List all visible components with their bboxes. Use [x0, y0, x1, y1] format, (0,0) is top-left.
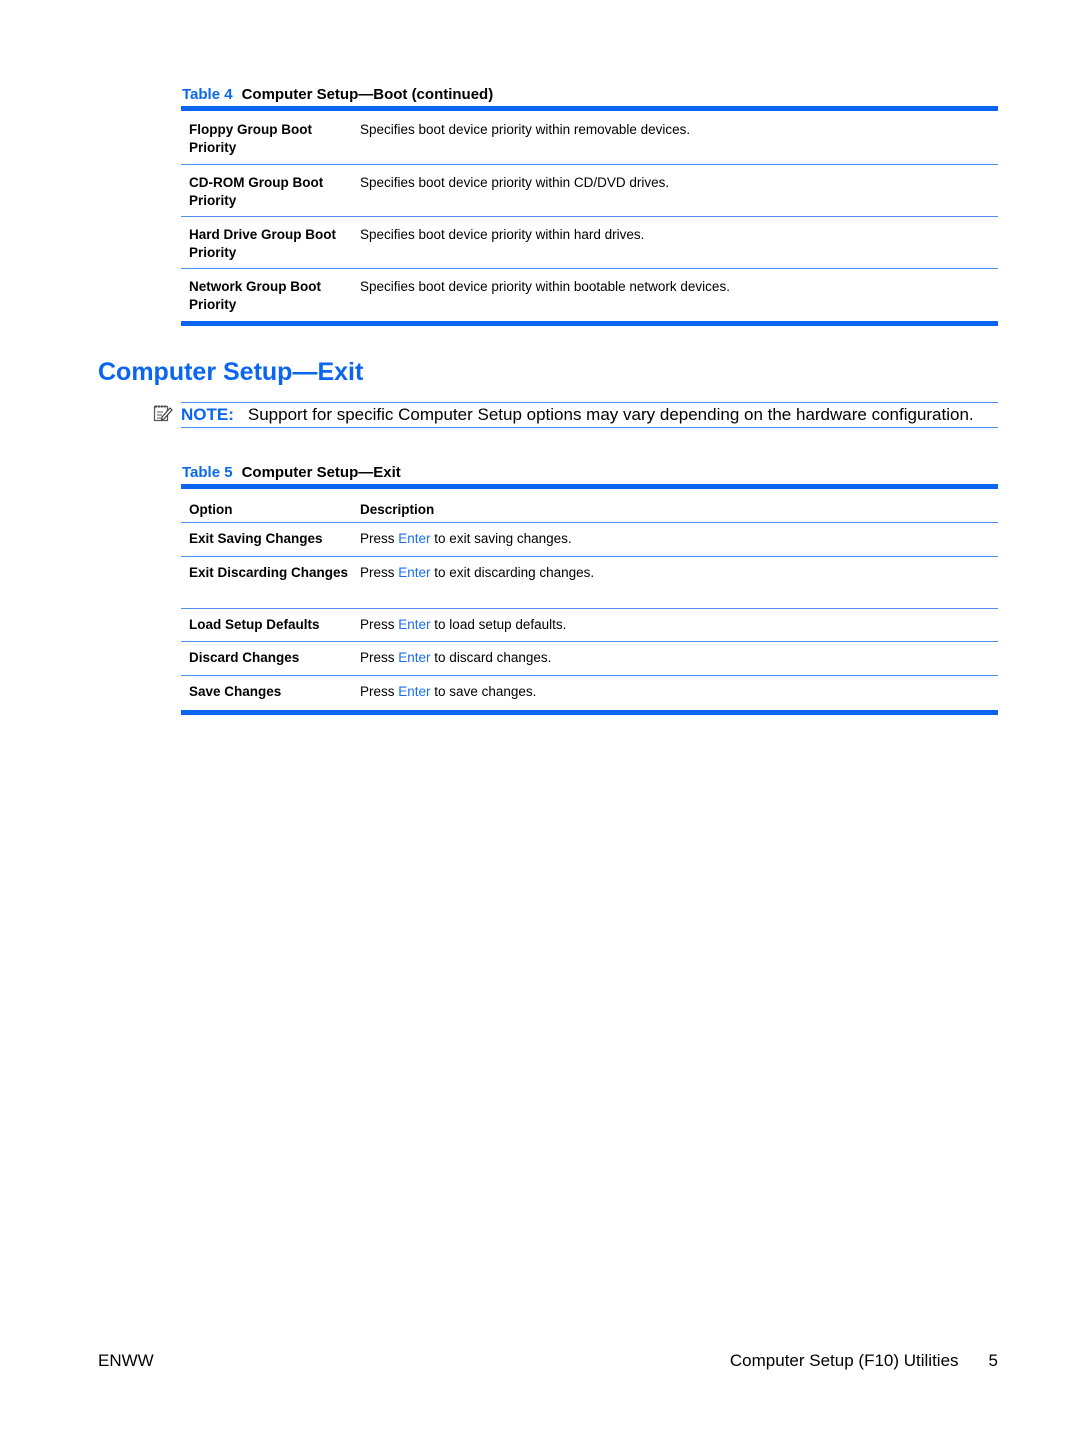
enter-key: Enter — [398, 684, 431, 699]
table-row: Discard Changes Press Enter to discard c… — [181, 642, 998, 676]
desc-text: to save changes. — [430, 684, 537, 699]
option-cell: Hard Drive Group Boot Priority — [189, 227, 337, 260]
desc-text: Press — [360, 684, 399, 699]
enter-key: Enter — [398, 617, 431, 632]
enter-key: Enter — [398, 650, 431, 665]
option-cell: Save Changes — [189, 684, 282, 699]
option-cell: CD-ROM Group Boot Priority — [189, 175, 324, 208]
note-label: NOTE: — [181, 405, 234, 424]
table4-title: Computer Setup—Boot (continued) — [241, 86, 494, 103]
footer-title: Computer Setup (F10) Utilities — [729, 1351, 959, 1370]
note-box: NOTE: Support for specific Computer Setup… — [181, 402, 998, 428]
option-cell: Load Setup Defaults — [189, 617, 320, 632]
enter-key: Enter — [398, 565, 431, 580]
header-description: Description — [360, 502, 435, 517]
option-cell: Discard Changes — [189, 650, 300, 665]
table5: Option Description Exit Saving Changes P… — [181, 484, 998, 715]
description-cell: Press Enter to load setup defaults. — [352, 616, 998, 641]
desc-text: Press — [360, 617, 399, 632]
table-row: Hard Drive Group Boot Priority Specifies… — [181, 217, 998, 269]
desc-text: to load setup defaults. — [430, 617, 567, 632]
footer-right: Computer Setup (F10) Utilities 5 — [730, 1351, 998, 1371]
description-cell: Specifies boot device priority within CD… — [360, 175, 670, 190]
enter-key: Enter — [398, 531, 431, 546]
table4-number: Table 4 — [182, 86, 233, 103]
option-cell: Network Group Boot Priority — [189, 279, 321, 312]
table-row: Network Group Boot Priority Specifies bo… — [181, 269, 998, 321]
desc-text: to exit saving changes. — [430, 531, 572, 546]
table-row: CD-ROM Group Boot Priority Specifies boo… — [181, 165, 998, 217]
desc-text: Press — [360, 565, 399, 580]
note-pencil-icon — [153, 404, 173, 422]
note-text: Support for specific Computer Setup opti… — [247, 405, 974, 424]
table5-caption: Table 5 Computer Setup—Exit — [182, 464, 401, 481]
description-cell: Press Enter to save changes. — [352, 683, 998, 710]
table-bottom-rule — [181, 710, 998, 715]
table-header-row: Option Description — [181, 489, 998, 523]
description-cell: Press Enter to discard changes. — [352, 649, 998, 675]
table-row: Exit Saving Changes Press Enter to exit … — [181, 523, 998, 557]
table-row: Floppy Group Boot Priority Specifies boo… — [181, 111, 998, 165]
option-cell: Exit Discarding Changes — [189, 565, 349, 580]
desc-text: to exit discarding changes. — [430, 565, 595, 580]
table4: Floppy Group Boot Priority Specifies boo… — [181, 106, 998, 326]
table-bottom-rule — [181, 321, 998, 326]
table-row: Exit Discarding Changes Press Enter to e… — [181, 557, 998, 609]
section-title: Computer Setup—Exit — [98, 358, 364, 386]
table-row: Load Setup Defaults Press Enter to load … — [181, 609, 998, 642]
table5-title: Computer Setup—Exit — [241, 464, 401, 481]
footer-locale: ENWW — [98, 1351, 154, 1370]
table4-caption: Table 4 Computer Setup—Boot (continued) — [182, 86, 493, 103]
table5-number: Table 5 — [182, 464, 233, 481]
description-cell: Press Enter to exit saving changes. — [352, 530, 998, 556]
desc-text: Press — [360, 650, 399, 665]
option-cell: Exit Saving Changes — [189, 531, 323, 546]
description-cell: Specifies boot device priority within re… — [360, 122, 691, 137]
header-option: Option — [189, 502, 233, 517]
table-row: Save Changes Press Enter to save changes… — [181, 676, 998, 710]
desc-text: to discard changes. — [430, 650, 552, 665]
description-cell: Specifies boot device priority within bo… — [360, 279, 730, 294]
description-cell: Specifies boot device priority within ha… — [360, 227, 645, 242]
desc-text: Press — [360, 531, 399, 546]
option-cell: Floppy Group Boot Priority — [189, 122, 312, 155]
description-cell: Press Enter to exit discarding changes. — [352, 564, 998, 608]
page-number: 5 — [988, 1351, 998, 1370]
